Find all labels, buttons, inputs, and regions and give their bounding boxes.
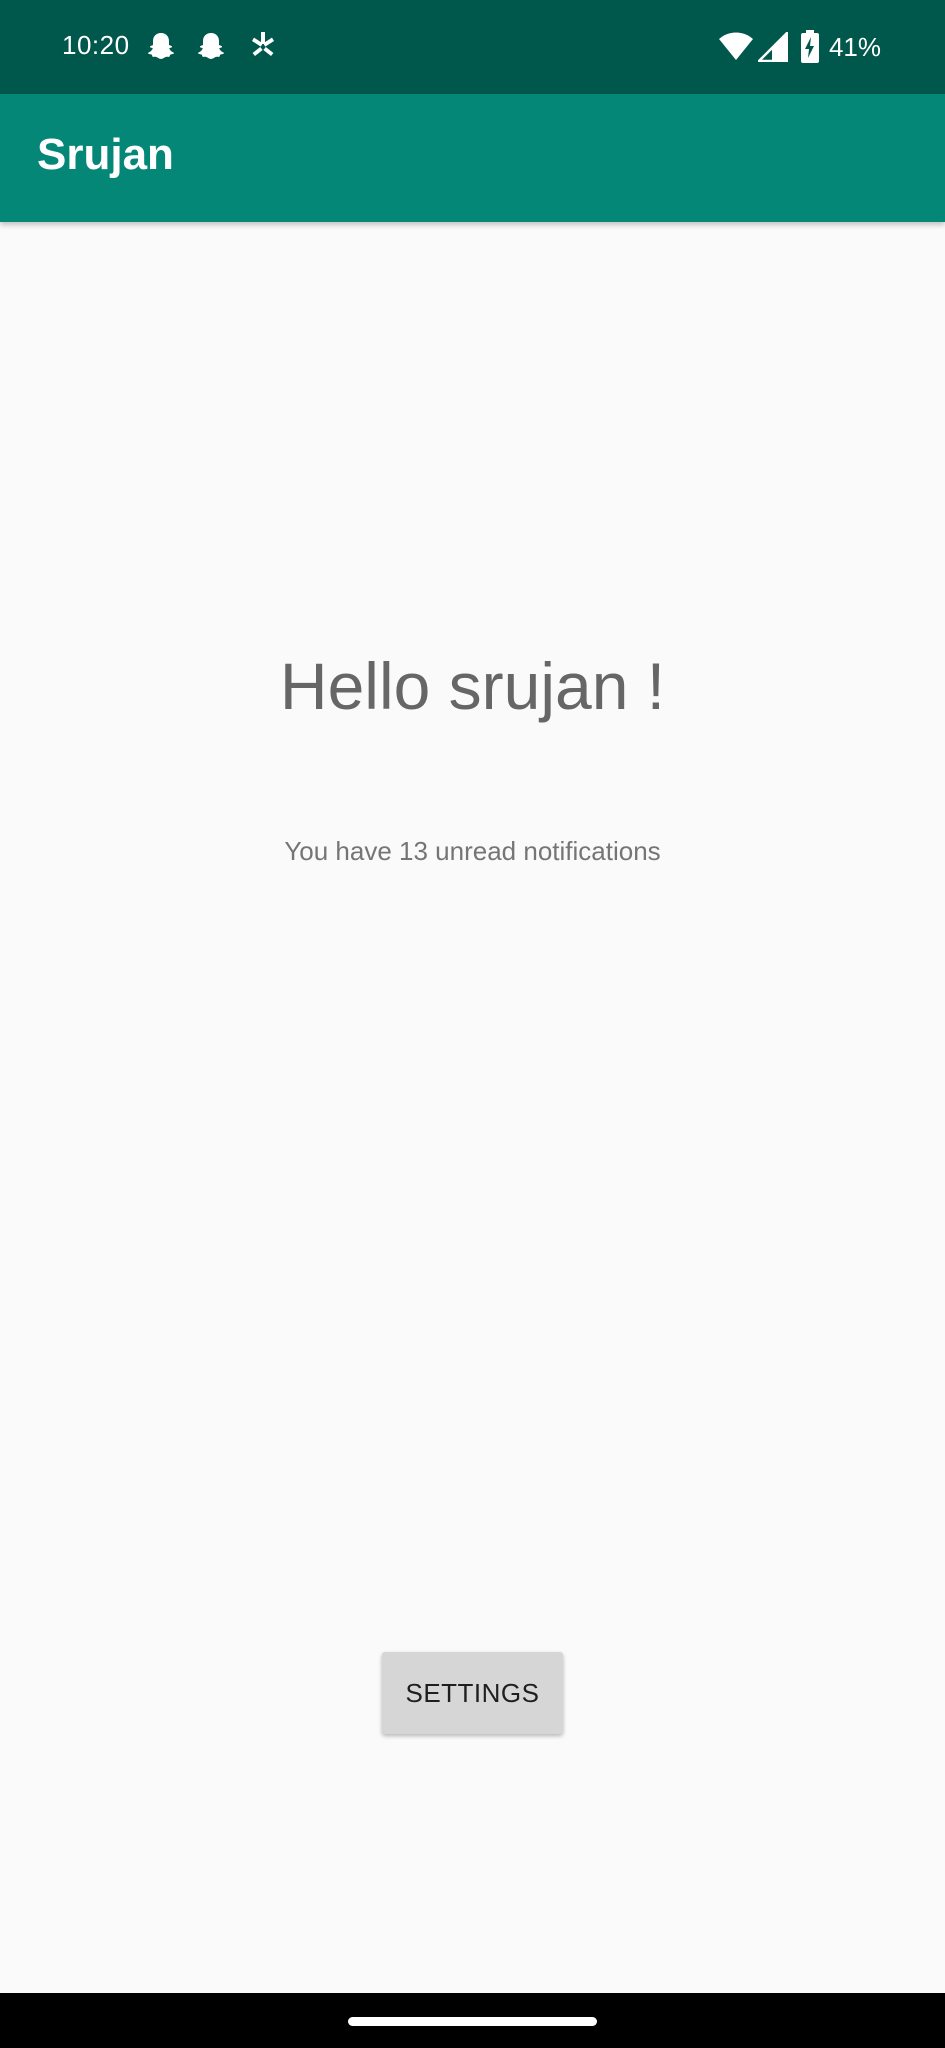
wifi-icon — [718, 30, 754, 64]
status-bar: 10:20 41% — [0, 0, 945, 94]
unread-notifications-text: You have 13 unread notifications — [284, 836, 661, 866]
cellular-signal-icon — [757, 31, 789, 63]
snapchat-icon — [195, 30, 227, 62]
app-title: Srujan — [37, 130, 174, 179]
snapchat-icon — [145, 30, 177, 62]
navigation-bar — [0, 1993, 945, 2048]
home-gesture-handle[interactable] — [348, 2017, 597, 2026]
app-screen: 10:20 41% Srujan Hello srujan ! You have… — [0, 0, 945, 2048]
greeting-text: Hello srujan ! — [279, 649, 666, 723]
app-bar: Srujan — [0, 94, 945, 222]
status-time: 10:20 — [62, 30, 130, 60]
settings-button[interactable]: SETTINGS — [382, 1652, 563, 1734]
battery-percent: 41% — [828, 32, 881, 62]
yelp-icon — [247, 30, 279, 62]
battery-charging-icon — [800, 30, 820, 64]
